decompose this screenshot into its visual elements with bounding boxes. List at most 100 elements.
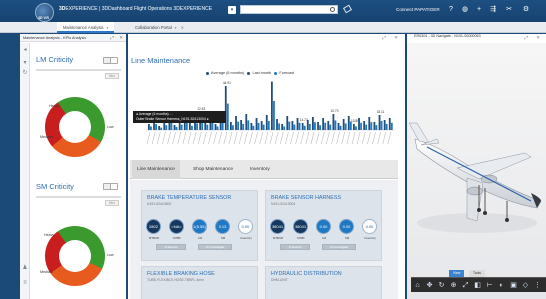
help-icon[interactable]: ?: [446, 5, 456, 15]
investigate-button[interactable]: % Investigate: [198, 244, 232, 250]
tag-icon[interactable]: [342, 4, 353, 14]
camera-icon[interactable]: ▣: [509, 281, 518, 290]
x-tick-label: [162, 131, 166, 145]
filter-icon[interactable]: ▾: [22, 60, 28, 66]
refresh-icon[interactable]: ↻: [22, 70, 28, 76]
x-tick-label: [362, 131, 366, 145]
data-label: 10.70: [331, 109, 339, 113]
maximize-icon[interactable]: ⤢: [524, 34, 528, 42]
tab-collaboration-portal[interactable]: Collaboration Portal ▾ ✕: [129, 22, 190, 33]
x-tick-label: [315, 131, 320, 145]
chart-bar: [329, 124, 332, 130]
chart-bar: [235, 116, 237, 130]
component-card: HYDRAULIC DISTRIBUTION DHM-UNIT: [265, 266, 382, 299]
legend-forecast[interactable]: Forecast: [274, 71, 294, 75]
chart-bar: [240, 120, 243, 130]
share-icon[interactable]: ⇶: [488, 5, 498, 15]
legend-last-month[interactable]: Last month: [247, 71, 271, 75]
pan-icon[interactable]: ✥: [425, 281, 434, 290]
kpi-mtbf: <NA>: [169, 219, 184, 234]
sm-low-label: Low: [107, 253, 114, 257]
sm-toggle[interactable]: [103, 183, 118, 190]
chart-bar: [180, 124, 183, 130]
x-tick-label: [321, 131, 325, 145]
chat-icon[interactable]: ◍: [460, 5, 470, 15]
toolbar-tab-view[interactable]: View: [449, 270, 465, 277]
maximize-icon[interactable]: ⤢: [110, 34, 114, 42]
chart-bar: [230, 122, 232, 130]
kpi-label: Inventory: [240, 236, 252, 240]
kpi-label: Inventory: [364, 236, 376, 240]
kpi-label: LM: [321, 236, 326, 240]
rotate-icon[interactable]: ↻: [437, 281, 446, 290]
tools-icon[interactable]: ✂: [504, 5, 514, 15]
lm-toggle[interactable]: [103, 57, 118, 64]
zoom-icon[interactable]: ⊕: [449, 281, 458, 290]
events-button[interactable]: % Events: [156, 244, 186, 250]
data-label: 36.75: [269, 80, 277, 81]
x-tick-label: [285, 131, 289, 145]
more-icon[interactable]: ⋮: [533, 281, 542, 290]
3d-toolbar: View Tools ⌂ ✥ ↻ ⊕ ⤢ ◧ ⊢ ◐ ▣ ◇ ⋮: [411, 270, 546, 292]
toolbar-tab-tools[interactable]: Tools: [469, 270, 485, 277]
chart-bar: [358, 118, 360, 130]
tree-icon[interactable]: ≡: [22, 280, 28, 286]
x-tick-label: [151, 131, 156, 145]
chart-bar: [206, 124, 209, 130]
sm-slider[interactable]: [36, 196, 121, 198]
settings-icon[interactable]: ⚙: [521, 5, 531, 15]
line-maintenance-title: Line Maintenance: [131, 56, 191, 65]
chart-bar: [293, 124, 296, 130]
chart-bar: [306, 120, 309, 130]
kpi-label: LM: [197, 236, 202, 240]
search-icon[interactable]: [330, 7, 335, 12]
section-icon[interactable]: ◧: [473, 281, 482, 290]
tab-maintenance-analysis[interactable]: Maintenance Analysis ▾: [57, 22, 115, 33]
subtab-line-maintenance[interactable]: Line Maintenance: [132, 160, 180, 179]
chart-bar: [214, 124, 217, 130]
kpi-lm: 0.00: [316, 219, 331, 234]
events-button[interactable]: % Events: [280, 244, 310, 250]
user-name[interactable]: Connect PAPATIGER: [396, 7, 440, 12]
measure-icon[interactable]: ⊢: [485, 281, 494, 290]
render-icon[interactable]: ◐: [497, 281, 506, 290]
maximize-icon[interactable]: ⤢: [382, 34, 386, 42]
chart-bar: [250, 123, 253, 130]
card-part-number: DHM-UNIT: [271, 278, 288, 282]
chart-bar: [281, 124, 284, 130]
sm-medium-label: Medium: [40, 270, 53, 274]
chart-bar: [158, 126, 161, 130]
close-icon[interactable]: ✕: [394, 34, 398, 42]
close-icon[interactable]: ✕: [119, 34, 123, 42]
subtab-shop-maintenance[interactable]: Shop Maintenance: [188, 160, 238, 179]
legend-average[interactable]: Average (6 months): [206, 71, 244, 75]
chart-bar: [378, 115, 381, 130]
subtab-inventory[interactable]: Inventory: [245, 160, 275, 179]
x-tick-label: [310, 131, 315, 145]
x-tick-label: [326, 131, 330, 145]
search-input[interactable]: [240, 5, 338, 14]
investigate-button[interactable]: % Investigate: [322, 244, 356, 250]
x-tick-label: [182, 131, 187, 145]
kpi-label: SM: [344, 236, 350, 240]
card-title: BRAKE SENSOR HARNESS: [271, 195, 342, 201]
lm-heavy-label: Heavy: [49, 104, 60, 108]
chart-bar: [245, 114, 248, 130]
sm-filter-button[interactable]: filter: [105, 200, 119, 206]
collapse-icon[interactable]: ◂: [22, 47, 28, 53]
chart-bar: [150, 126, 152, 130]
fit-icon[interactable]: ⤢: [461, 281, 470, 290]
app-menu-button[interactable]: ▾: [228, 6, 236, 14]
view-cube-icon[interactable]: ◇: [521, 281, 530, 290]
lm-slider[interactable]: [36, 69, 121, 71]
3d-viewer[interactable]: [407, 43, 546, 299]
close-icon[interactable]: ✕: [536, 34, 540, 42]
add-icon[interactable]: +: [474, 5, 484, 15]
chart-bar: [383, 120, 386, 130]
lm-filter-button[interactable]: filter: [105, 73, 119, 79]
chart-bar: [271, 81, 273, 130]
chart-bar: [252, 125, 255, 130]
user-icon[interactable]: ♟: [22, 265, 28, 271]
home-icon[interactable]: ⌂: [413, 281, 422, 290]
card-title: HYDRAULIC DISTRIBUTION: [271, 271, 342, 277]
